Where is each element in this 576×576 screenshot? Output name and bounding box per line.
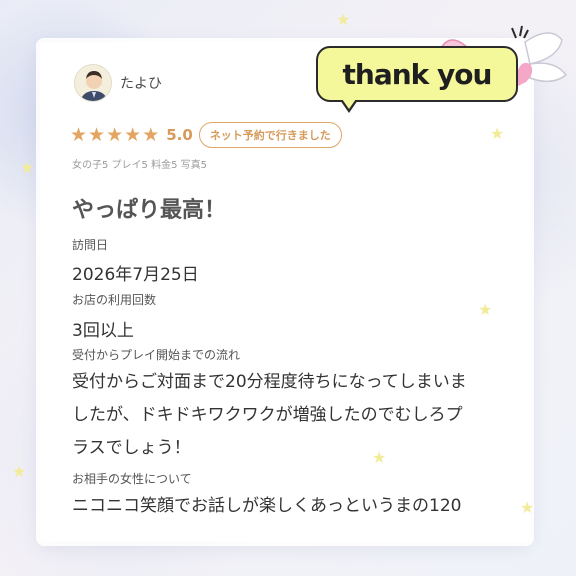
sparkle-star-icon: ★ [520, 498, 535, 517]
net-reservation-badge: ネット予約で行きました [198, 122, 342, 148]
sparkle-star-icon: ★ [478, 300, 493, 319]
thank-you-speech-bubble: thank you [316, 46, 518, 113]
visit-count-label: お店の利用回数 [72, 293, 157, 307]
review-card: たよひ ★ ★ ★ ★ ★ 5.0 ネット予約で行きました 女の子5 プレイ5 … [40, 42, 530, 542]
star-icon: ★ [70, 123, 88, 146]
partner-text: ニコニコ笑顔でお話しが楽しくあっというまの120 [72, 490, 530, 523]
star-icon: ★ [106, 123, 124, 146]
star-icon: ★ [142, 123, 160, 146]
thank-you-text: thank you [342, 58, 493, 91]
partner-label: お相手の女性について [72, 472, 192, 486]
review-title: やっぱり最高！ [72, 198, 227, 223]
star-rating: ★ ★ ★ ★ ★ [70, 123, 160, 146]
bubble-tail-inner [342, 99, 356, 109]
sub-scores: 女の子5 プレイ5 料金5 写真5 [72, 160, 207, 171]
rating-row: ★ ★ ★ ★ ★ 5.0 ネット予約で行きました [70, 122, 342, 148]
sparkle-star-icon: ★ [12, 462, 27, 481]
sparkle-star-icon: ★ [490, 124, 505, 143]
partner-line: ニコニコ笑顔でお話しが楽しくあっというまの120 [72, 496, 462, 516]
flow-label: 受付からプレイ開始までの流れ [72, 348, 241, 362]
flow-line: 受付からご対面まで20分程度待ちになってしまいま [72, 372, 467, 392]
rating-score: 5.0 [166, 126, 193, 144]
visit-date: 2026年7月25日 [72, 265, 199, 285]
star-icon: ★ [88, 123, 106, 146]
person-avatar-icon [74, 64, 112, 102]
sparkle-star-icon: ★ [372, 448, 387, 467]
sparkle-star-icon: ★ [20, 158, 35, 177]
flow-line: ラスでしょう！ [72, 438, 191, 458]
star-icon: ★ [124, 123, 142, 146]
reviewer-row: たよひ [74, 64, 162, 102]
visit-count: 3回以上 [72, 321, 134, 341]
reviewer-name[interactable]: たよひ [120, 73, 162, 93]
flow-text: 受付からご対面まで20分程度待ちになってしまいま したが、ドキドキワクワクが増強… [72, 366, 530, 465]
visit-date-label: 訪問日 [72, 238, 109, 252]
flow-line: したが、ドキドキワクワクが増強したのでむしろプ [72, 405, 463, 425]
sparkle-star-icon: ★ [336, 10, 351, 29]
